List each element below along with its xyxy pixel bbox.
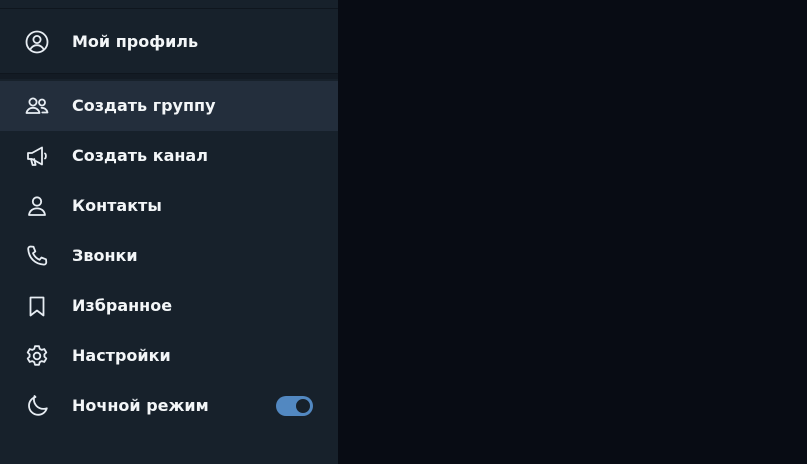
menu-item-contacts[interactable]: Контакты: [0, 181, 338, 231]
menu-item-label: Контакты: [72, 196, 162, 215]
user-circle-icon: [24, 29, 50, 55]
my-profile-label: Мой профиль: [72, 32, 199, 51]
main-area: [338, 0, 807, 464]
menu-item-settings[interactable]: Настройки: [0, 331, 338, 381]
group-icon: [24, 93, 50, 119]
section-divider: [0, 73, 338, 79]
megaphone-icon: [24, 143, 50, 169]
menu-item-calls[interactable]: Звонки: [0, 231, 338, 281]
side-menu: Мой профиль Создать группу Создать канал…: [0, 0, 338, 464]
menu-item-label: Настройки: [72, 346, 171, 365]
night-mode-toggle[interactable]: [276, 396, 313, 416]
user-icon: [24, 193, 50, 219]
menu-item-label: Создать группу: [72, 96, 216, 115]
phone-icon: [24, 243, 50, 269]
menu-item-label: Ночной режим: [72, 396, 209, 415]
menu-list: Создать группу Создать канал Контакты Зв…: [0, 81, 338, 431]
menu-item-create-group[interactable]: Создать группу: [0, 81, 338, 131]
menu-item-saved[interactable]: Избранное: [0, 281, 338, 331]
my-profile-item[interactable]: Мой профиль: [0, 17, 338, 67]
menu-item-label: Создать канал: [72, 146, 208, 165]
toggle-knob: [294, 397, 312, 415]
moon-icon: [24, 393, 50, 419]
bookmark-icon: [24, 293, 50, 319]
gear-icon: [24, 343, 50, 369]
menu-item-create-channel[interactable]: Создать канал: [0, 131, 338, 181]
top-divider: [0, 8, 338, 9]
menu-item-label: Избранное: [72, 296, 173, 315]
menu-item-night-mode[interactable]: Ночной режим: [0, 381, 338, 431]
menu-item-label: Звонки: [72, 246, 138, 265]
app-window: Мой профиль Создать группу Создать канал…: [0, 0, 807, 464]
